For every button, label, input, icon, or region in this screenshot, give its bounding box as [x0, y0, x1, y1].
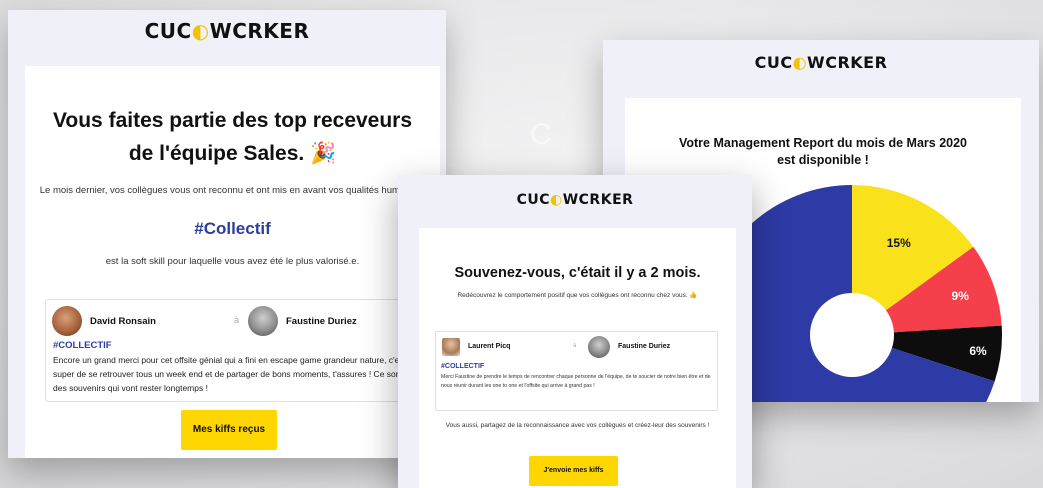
headline: Souvenez-vous, c'était il y a 2 mois.	[454, 265, 701, 281]
receiver-avatar	[248, 306, 278, 336]
coworker-logo: CUC◐WCRKER	[144, 19, 310, 43]
received-kiffs-button[interactable]: Mes kiffs reçus	[181, 410, 277, 450]
pie-center-hole	[810, 293, 894, 377]
pie-slice-label: 9%	[952, 289, 970, 303]
outro-text: Vous aussi, partagez de la reconnaissanc…	[445, 422, 710, 429]
receiver-avatar	[588, 336, 610, 358]
sender-name: David Ronsain	[90, 316, 156, 327]
kudos-message: Merci Faustine de prendre le temps de re…	[441, 374, 711, 389]
kudos-message: Encore un grand merci pour cet offsite g…	[53, 355, 407, 393]
email-card-memories: CUC◐WCRKER Souvenez-vous, c'était il y a…	[398, 175, 752, 488]
coworker-logo: CUC◐WCRKER	[516, 192, 634, 208]
pie-slice-label: 6%	[969, 344, 987, 358]
receiver-name: Faustine Duriez	[618, 343, 671, 350]
kudos-hashtag: #COLLECTIF	[53, 340, 112, 351]
kudos-card: Laurent Picq à Faustine Duriez #COLLECTI…	[435, 331, 718, 411]
coworker-logo: CUC◐WCRKER	[754, 53, 888, 72]
headline: Vous faites partie des top receveurs de …	[52, 109, 413, 165]
skill-caption: est la soft skill pour laquelle vous ave…	[105, 256, 360, 267]
sender-name: Laurent Picq	[468, 343, 511, 350]
to-label: à	[573, 343, 577, 349]
sender-avatar	[52, 306, 82, 336]
email-body: Souvenez-vous, c'était il y a 2 mois. Re…	[419, 228, 736, 488]
email-card-top-receivers: CUC◐WCRKER Vous faites partie des top re…	[8, 10, 446, 458]
sender-avatar	[442, 338, 460, 356]
ghost-letter: C	[530, 118, 552, 151]
to-label: à	[234, 315, 240, 325]
intro-text: Le mois dernier, vos collègues vous ont …	[39, 185, 426, 196]
pie-slice-label: 15%	[887, 236, 911, 250]
email-body: Vous faites partie des top receveurs de …	[25, 66, 440, 458]
send-kiffs-button[interactable]: J'envoie mes kiffs	[529, 456, 618, 486]
kudos-card: David Ronsain à Faustine Duriez #COLLECT…	[45, 299, 423, 402]
kudos-hashtag: #COLLECTIF	[441, 363, 485, 370]
skill-hashtag: #Collectif	[194, 219, 271, 238]
intro-text: Redécouvrez le comportement positif que …	[457, 292, 698, 299]
receiver-name: Faustine Duriez	[286, 316, 357, 327]
